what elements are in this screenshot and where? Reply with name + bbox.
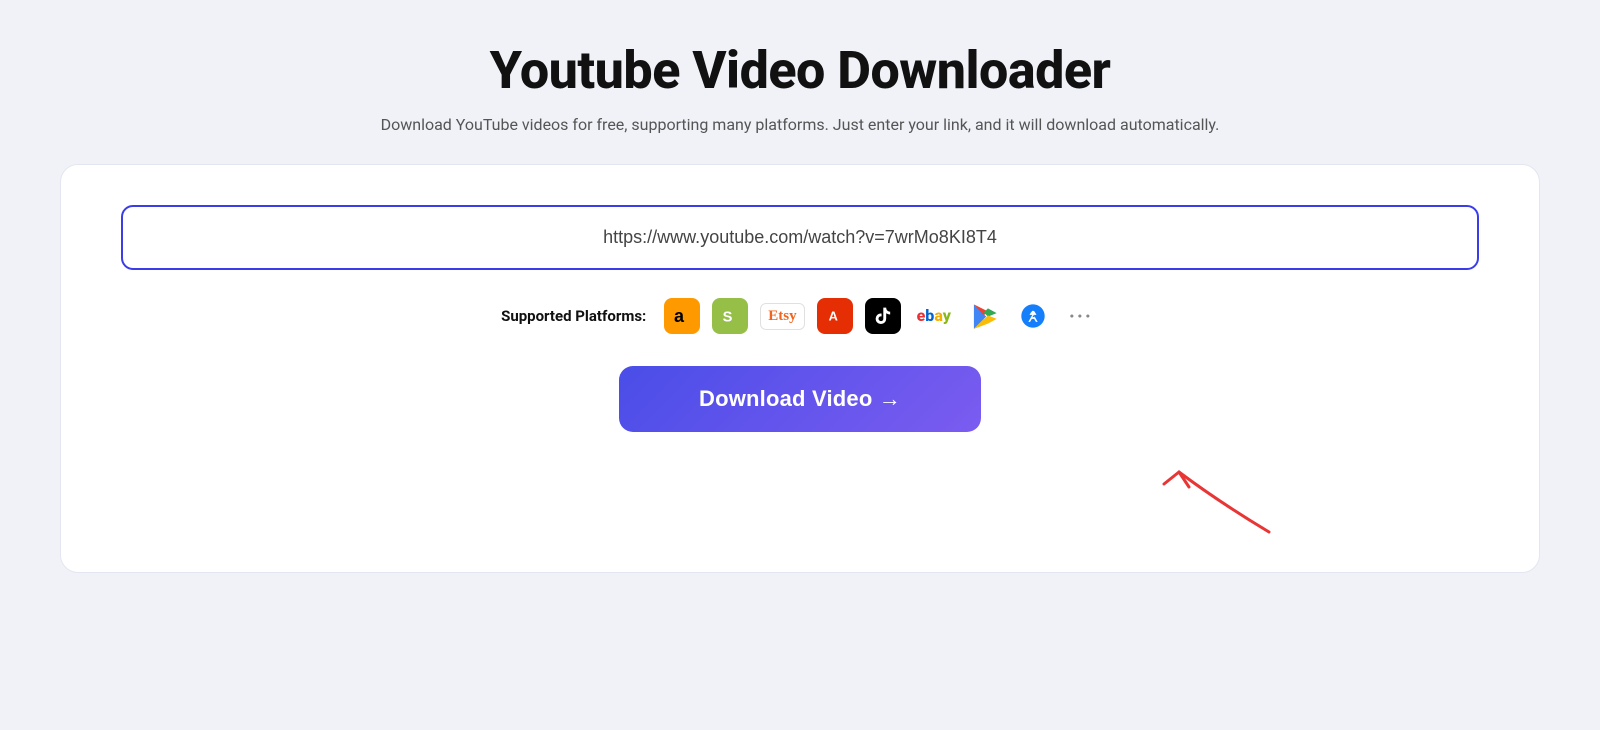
- platform-etsy: Etsy: [760, 303, 804, 330]
- platform-amazon: a: [664, 298, 700, 334]
- platform-aliexpress: A: [817, 298, 853, 334]
- svg-text:a: a: [674, 306, 685, 326]
- page-subtitle: Download YouTube videos for free, suppor…: [381, 115, 1220, 134]
- platform-more: ···: [1063, 298, 1099, 334]
- url-input[interactable]: [121, 205, 1479, 270]
- svg-text:S: S: [723, 310, 733, 326]
- platforms-label: Supported Platforms:: [501, 307, 646, 325]
- page-title: Youtube Video Downloader: [490, 40, 1111, 101]
- platform-ebay: ebay: [913, 306, 955, 326]
- platform-app-store: [1015, 298, 1051, 334]
- arrow-container: [121, 442, 1479, 522]
- platform-shopify: S: [712, 298, 748, 334]
- main-card: Supported Platforms: a S Etsy A: [60, 164, 1540, 573]
- platforms-row: Supported Platforms: a S Etsy A: [501, 298, 1099, 334]
- platform-google-play: [967, 298, 1003, 334]
- download-button[interactable]: Download Video →: [619, 366, 981, 432]
- platform-tiktok: [865, 298, 901, 334]
- svg-text:A: A: [828, 309, 837, 324]
- red-arrow: [1099, 442, 1279, 542]
